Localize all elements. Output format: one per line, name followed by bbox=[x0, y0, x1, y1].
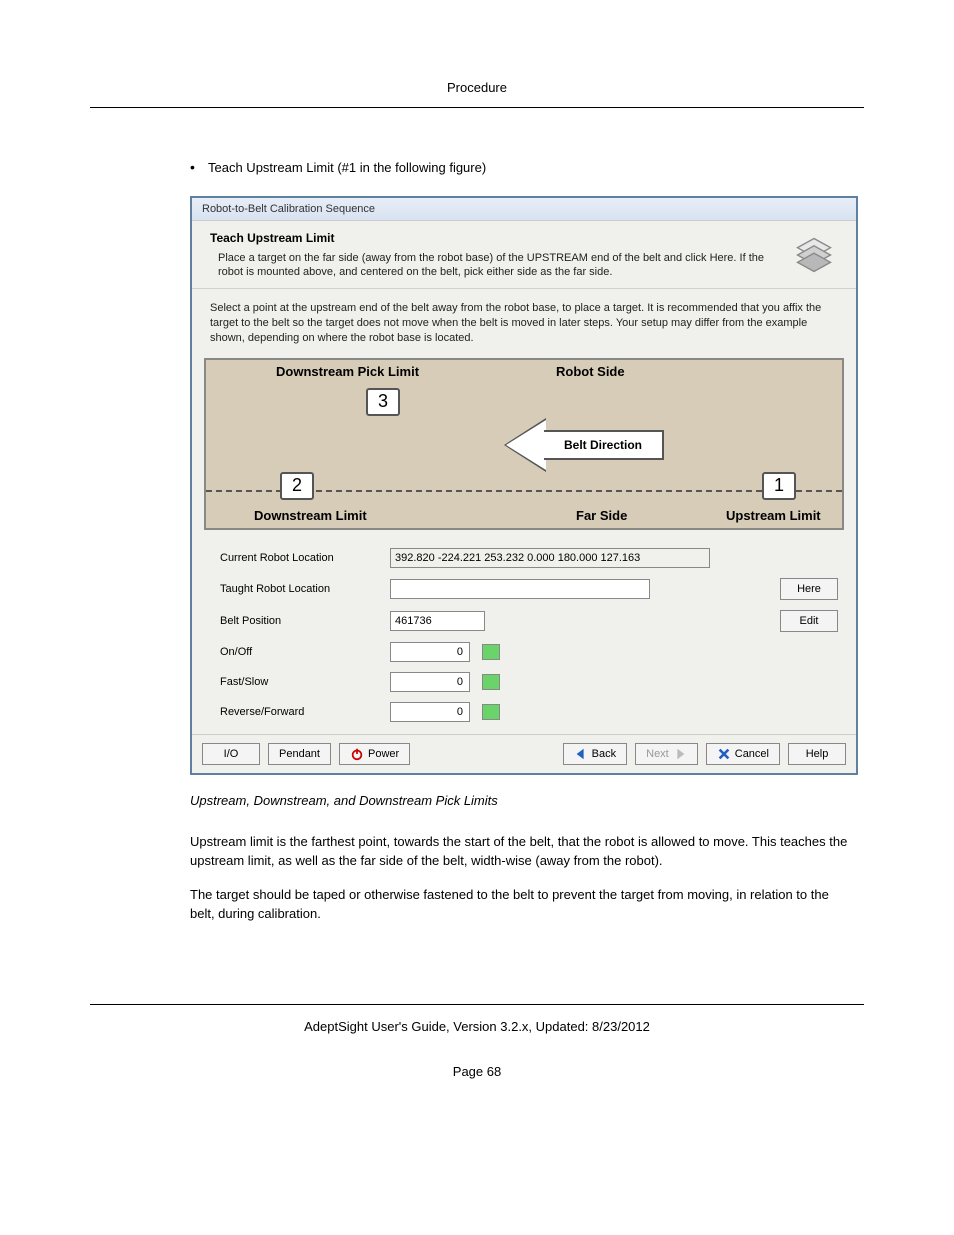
belt-position-field[interactable] bbox=[390, 611, 485, 631]
header-title: Procedure bbox=[447, 80, 507, 95]
label-robot-side: Robot Side bbox=[556, 364, 625, 379]
x-icon bbox=[717, 747, 731, 761]
current-location-field bbox=[390, 548, 710, 568]
arrow-right-icon bbox=[673, 747, 687, 761]
cancel-label: Cancel bbox=[735, 748, 769, 760]
step-description: Place a target on the far side (away fro… bbox=[210, 251, 780, 281]
bullet-item: • Teach Upstream Limit (#1 in the follow… bbox=[190, 158, 854, 178]
taught-location-field[interactable] bbox=[390, 579, 650, 599]
dialog-titlebar: Robot-to-Belt Calibration Sequence bbox=[192, 198, 856, 221]
footer-text: AdeptSight User's Guide, Version 3.2.x, … bbox=[304, 1019, 650, 1034]
label-belt-direction: Belt Direction bbox=[544, 430, 664, 460]
label-current-location: Current Robot Location bbox=[220, 552, 390, 564]
power-button[interactable]: Power bbox=[339, 743, 410, 765]
power-icon bbox=[350, 747, 364, 761]
label-revfwd: Reverse/Forward bbox=[220, 706, 390, 718]
marker-1: 1 bbox=[762, 472, 796, 500]
instruction-text: Select a point at the upstream end of th… bbox=[192, 289, 856, 354]
page-header: Procedure bbox=[90, 80, 864, 108]
label-downstream-limit: Downstream Limit bbox=[254, 508, 367, 523]
power-label: Power bbox=[368, 748, 399, 760]
paragraph-2: The target should be taped or otherwise … bbox=[190, 885, 854, 924]
revfwd-field[interactable] bbox=[390, 702, 470, 722]
label-upstream-limit: Upstream Limit bbox=[726, 508, 821, 523]
arrow-left-icon bbox=[574, 747, 588, 761]
page-footer: AdeptSight User's Guide, Version 3.2.x, … bbox=[90, 1004, 864, 1034]
label-far-side: Far Side bbox=[576, 508, 627, 523]
label-onoff: On/Off bbox=[220, 646, 390, 658]
back-label: Back bbox=[592, 748, 616, 760]
figure-caption: Upstream, Downstream, and Downstream Pic… bbox=[190, 793, 854, 808]
label-fastslow: Fast/Slow bbox=[220, 676, 390, 688]
help-button[interactable]: Help bbox=[788, 743, 846, 765]
bullet-marker: • bbox=[190, 158, 208, 178]
fastslow-field[interactable] bbox=[390, 672, 470, 692]
label-belt-position: Belt Position bbox=[220, 615, 390, 627]
revfwd-indicator[interactable] bbox=[482, 704, 500, 720]
label-downstream-pick: Downstream Pick Limit bbox=[276, 364, 419, 379]
dialog-footer: I/O Pendant Power Back Next Cancel bbox=[192, 734, 856, 773]
fastslow-indicator[interactable] bbox=[482, 674, 500, 690]
onoff-indicator[interactable] bbox=[482, 644, 500, 660]
step-icon bbox=[790, 231, 838, 279]
fields-panel: Current Robot Location Taught Robot Loca… bbox=[192, 540, 856, 734]
marker-3: 3 bbox=[366, 388, 400, 416]
paragraph-1: Upstream limit is the farthest point, to… bbox=[190, 832, 854, 871]
bullet-text: Teach Upstream Limit (#1 in the followin… bbox=[208, 158, 854, 178]
page-number: Page 68 bbox=[90, 1064, 864, 1079]
next-label: Next bbox=[646, 748, 669, 760]
edit-button[interactable]: Edit bbox=[780, 610, 838, 632]
belt-direction-arrow: Belt Direction bbox=[506, 420, 686, 470]
calibration-dialog: Robot-to-Belt Calibration Sequence Teach… bbox=[190, 196, 858, 775]
belt-diagram: Downstream Pick Limit Robot Side 3 Belt … bbox=[204, 358, 844, 530]
back-button[interactable]: Back bbox=[563, 743, 627, 765]
marker-2: 2 bbox=[280, 472, 314, 500]
dialog-header: Teach Upstream Limit Place a target on t… bbox=[192, 221, 856, 289]
here-button[interactable]: Here bbox=[780, 578, 838, 600]
onoff-field[interactable] bbox=[390, 642, 470, 662]
step-title: Teach Upstream Limit bbox=[210, 231, 780, 245]
pendant-button[interactable]: Pendant bbox=[268, 743, 331, 765]
io-button[interactable]: I/O bbox=[202, 743, 260, 765]
label-taught-location: Taught Robot Location bbox=[220, 583, 390, 595]
next-button[interactable]: Next bbox=[635, 743, 698, 765]
cancel-button[interactable]: Cancel bbox=[706, 743, 780, 765]
